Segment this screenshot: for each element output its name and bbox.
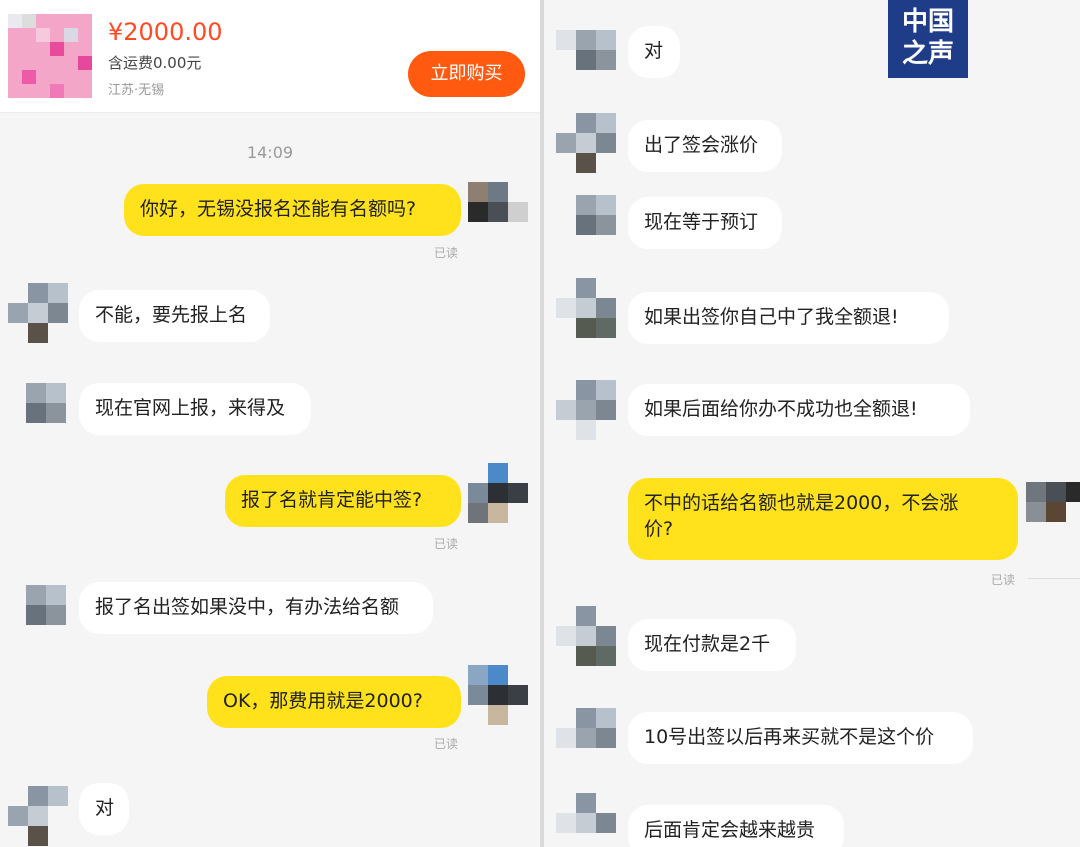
watermark-text: 中国之声 [901,7,954,69]
message-bubble-incoming[interactable]: 如果出签你自己中了我全额退! [628,292,949,344]
avatar[interactable] [468,182,528,242]
message-bubble-incoming[interactable]: 现在等于预订 [628,197,782,249]
chat-panel-left: ¥2000.00 含运费0.00元 江苏·无锡 立即购买 14:09 你好，无锡… [0,0,540,847]
message-bubble-incoming[interactable]: 如果后面给你办不成功也全额退! [628,384,970,436]
read-receipt: 已读 [434,246,459,260]
message-bubble-outgoing[interactable]: 你好，无锡没报名还能有名额吗? [124,184,461,236]
avatar[interactable] [8,786,68,846]
avatar[interactable] [556,30,616,90]
product-price: ¥2000.00 [108,18,223,46]
message-bubble-outgoing[interactable]: 不中的话给名额也就是2000，不会涨 价? [628,478,1018,560]
message-bubble-outgoing[interactable]: OK，那费用就是2000? [207,676,461,728]
divider [1028,578,1080,579]
message-bubble-incoming[interactable]: 10号出签以后再来买就不是这个价 [628,712,973,764]
chat-panel-right: 对 出了签会涨价 现在等于预订 如果出签你自己中了我全额退! 如果后面给你办不成… [544,0,1080,847]
read-receipt: 已读 [434,537,459,551]
read-receipt: 已读 [991,573,1016,587]
avatar[interactable] [26,585,66,625]
product-location: 江苏·无锡 [108,83,165,98]
media-watermark-logo: 中国之声 [888,0,968,78]
shipping-info: 含运费0.00元 [108,54,202,72]
message-bubble-incoming[interactable]: 对 [628,26,680,78]
avatar[interactable] [26,383,66,423]
avatar[interactable] [468,665,528,725]
message-line: 价? [644,518,674,540]
message-bubble-outgoing[interactable]: 报了名就肯定能中签? [225,475,461,527]
message-bubble-incoming[interactable]: 不能，要先报上名 [79,290,270,342]
avatar[interactable] [1026,482,1080,522]
avatar[interactable] [576,195,616,235]
chat-timestamp: 14:09 [246,143,294,162]
message-line: 不中的话给名额也就是2000，不会涨 [644,492,959,514]
avatar[interactable] [556,380,616,440]
avatar[interactable] [8,283,68,343]
read-receipt: 已读 [434,737,459,751]
avatar[interactable] [556,113,616,173]
message-bubble-incoming[interactable]: 对 [79,783,129,835]
message-bubble-incoming[interactable]: 后面肯定会越来越贵 [628,805,844,847]
avatar[interactable] [556,606,616,666]
message-bubble-incoming[interactable]: 现在官网上报，来得及 [79,383,311,435]
product-header[interactable]: ¥2000.00 含运费0.00元 江苏·无锡 立即购买 [0,0,540,113]
avatar[interactable] [556,708,616,768]
message-bubble-incoming[interactable]: 现在付款是2千 [628,619,796,671]
avatar[interactable] [556,278,616,338]
message-bubble-incoming[interactable]: 出了签会涨价 [628,120,782,172]
product-thumbnail[interactable] [8,14,92,98]
buy-now-button[interactable]: 立即购买 [408,51,525,97]
message-bubble-incoming[interactable]: 报了名出签如果没中，有办法给名额 [79,582,433,634]
avatar[interactable] [556,793,616,847]
avatar[interactable] [468,463,528,523]
